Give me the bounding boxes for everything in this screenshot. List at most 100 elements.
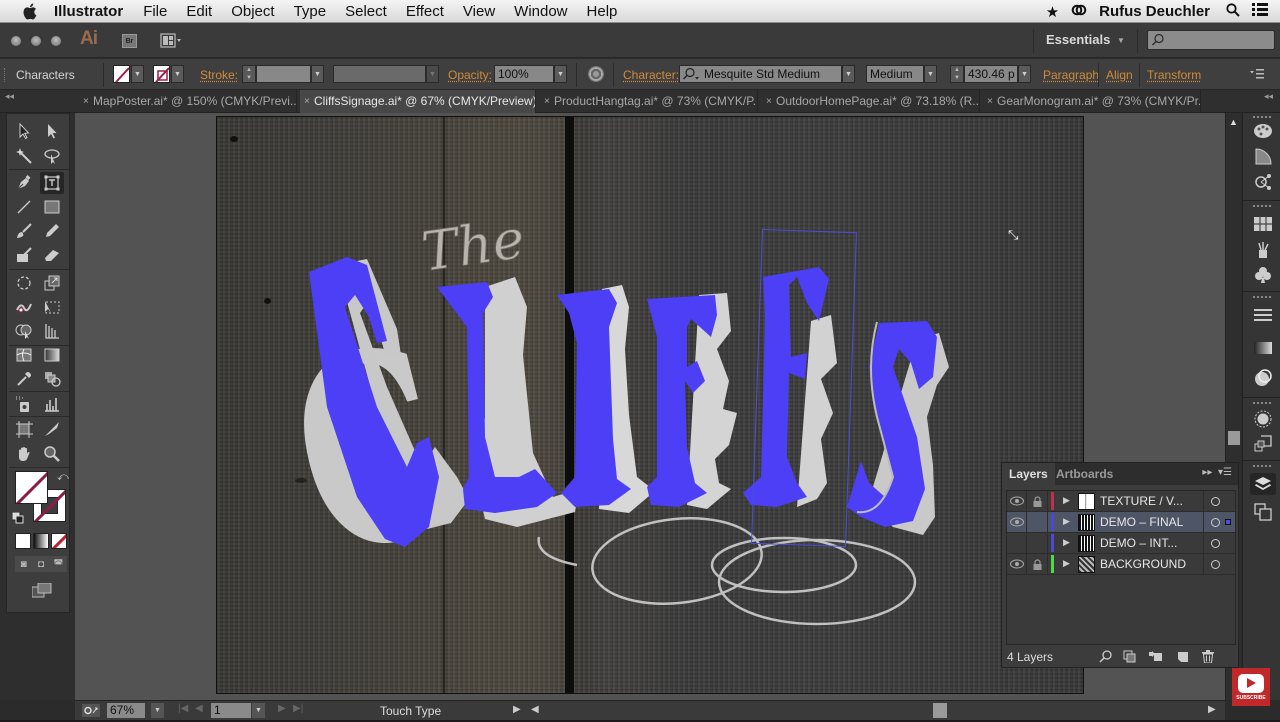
column-graph-tool-icon[interactable] (40, 393, 64, 415)
help-search-input[interactable] (1147, 30, 1275, 50)
shape-builder-tool-icon[interactable] (12, 320, 36, 342)
zoom-level-field[interactable]: 67% (107, 703, 145, 718)
stroke-panel-link[interactable]: Stroke: (200, 68, 238, 82)
fill-swatch[interactable] (15, 471, 48, 504)
expand-triangle-icon[interactable]: ▶ (1063, 516, 1070, 527)
menu-window[interactable]: Window (514, 3, 567, 20)
creative-cloud-libraries-icon[interactable] (1252, 171, 1274, 193)
current-tool-label[interactable]: Touch Type (380, 704, 441, 718)
change-screen-mode-icon[interactable] (31, 582, 52, 598)
close-tab-icon[interactable]: × (544, 90, 550, 113)
lock-icon[interactable] (1028, 554, 1048, 574)
close-window-button[interactable] (11, 36, 21, 46)
close-tab-icon[interactable]: × (766, 90, 772, 113)
lock-icon[interactable] (1028, 491, 1048, 511)
eraser-tool-icon[interactable] (40, 244, 64, 266)
tab-producthangtag[interactable]: × ProductHangtag.ai* @ 73% (CMYK/P... (540, 90, 758, 113)
symbol-sprayer-tool-icon[interactable] (12, 393, 36, 415)
bridge-button[interactable]: Br (122, 34, 137, 48)
visibility-eye-icon[interactable] (1007, 491, 1027, 511)
default-fill-stroke-icon[interactable] (11, 511, 24, 524)
collapse-dock-icon[interactable]: ◂◂ (1264, 91, 1273, 102)
menu-view[interactable]: View (463, 3, 495, 20)
width-tool-icon[interactable] (12, 296, 36, 318)
gradient-tool-icon[interactable] (40, 344, 64, 366)
script-the-text[interactable]: The (417, 207, 529, 284)
scroll-right-arrow[interactable]: ▶ (1208, 704, 1216, 715)
tab-layers[interactable]: Layers (1002, 463, 1055, 485)
appearance-panel-icon[interactable] (1252, 408, 1274, 430)
menu-help[interactable]: Help (587, 3, 618, 20)
stroke-dropdown-button[interactable]: ▼ (171, 65, 184, 83)
cliffs-signage-artwork[interactable]: The C (217, 117, 1084, 694)
recolor-artwork-icon[interactable] (588, 66, 604, 82)
shaper-tool-icon[interactable] (12, 244, 36, 266)
character-panel-link[interactable]: Character: (623, 68, 679, 82)
brushes-panel-icon[interactable] (1252, 239, 1274, 261)
hand-tool-icon[interactable] (12, 443, 36, 465)
expand-triangle-icon[interactable]: ▶ (1063, 537, 1070, 548)
symbols-panel-icon[interactable] (1252, 264, 1274, 286)
apple-icon[interactable] (20, 2, 38, 20)
visibility-toggle[interactable] (1007, 533, 1027, 553)
stroke-panel-icon[interactable] (1252, 304, 1274, 326)
layer-name[interactable]: TEXTURE / V... (1100, 491, 1183, 511)
target-circle-icon[interactable] (1211, 518, 1220, 527)
stroke-color-swatch[interactable] (153, 65, 170, 83)
artboard[interactable]: The C (216, 116, 1084, 694)
artboards-panel-icon[interactable] (1252, 501, 1274, 523)
perspective-grid-tool-icon[interactable] (40, 320, 64, 342)
layer-target[interactable] (1203, 491, 1235, 511)
lock-toggle[interactable] (1028, 512, 1048, 532)
touch-type-tool-icon[interactable] (40, 172, 64, 194)
direct-selection-tool-icon[interactable] (40, 120, 64, 142)
close-tab-icon[interactable]: × (83, 90, 89, 113)
layer-name[interactable]: BACKGROUND (1100, 554, 1186, 574)
gradient-panel-icon[interactable] (1252, 337, 1274, 359)
vertical-scroll-thumb[interactable] (1228, 431, 1240, 445)
tab-mapposter[interactable]: × MapPoster.ai* @ 150% (CMYK/Previ... (79, 90, 297, 113)
tab-cliffssignage[interactable]: × CliffsSignage.ai* @ 67% (CMYK/Preview) (300, 90, 536, 113)
blend-tool-icon[interactable] (40, 368, 64, 390)
first-artboard-button[interactable]: |◀ (178, 703, 188, 714)
layer-name[interactable]: DEMO – INT... (1100, 533, 1177, 553)
spotlight-search-icon[interactable] (1226, 2, 1240, 21)
tab-outdoorhomepage[interactable]: × OutdoorHomePage.ai* @ 73.18% (R... (762, 90, 980, 113)
align-panel-link[interactable]: Align (1106, 68, 1133, 82)
fill-dropdown-button[interactable]: ▼ (131, 65, 144, 83)
draw-inside-icon[interactable]: ◚ (50, 556, 67, 572)
lock-toggle[interactable] (1028, 533, 1048, 553)
layer-target[interactable] (1203, 512, 1235, 532)
scroll-left-arrow[interactable]: ◀ (531, 704, 539, 715)
creative-cloud-icon[interactable] (1071, 3, 1087, 21)
notification-list-icon[interactable] (1252, 3, 1268, 20)
font-family-field[interactable]: Mesquite Std Medium (679, 65, 842, 83)
workspace-switcher[interactable]: Essentials (1046, 32, 1110, 47)
layer-row[interactable]: ▶ DEMO – INT... (1007, 533, 1235, 554)
last-artboard-button[interactable]: ▶| (293, 703, 303, 714)
eyedropper-tool-icon[interactable] (12, 368, 36, 390)
font-style-dropdown[interactable]: ▼ (924, 65, 937, 83)
arrange-documents-button[interactable] (160, 33, 182, 49)
artboard-tool-icon[interactable] (12, 418, 36, 440)
font-style-field[interactable]: Medium (866, 65, 924, 83)
visibility-eye-icon[interactable] (1007, 512, 1027, 532)
menu-app-name[interactable]: Illustrator (54, 3, 123, 20)
panel-menu-icon[interactable]: ▸▸ ▾☰ (1202, 467, 1232, 478)
opacity-field[interactable]: 100% (494, 65, 554, 83)
line-segment-tool-icon[interactable] (12, 196, 36, 218)
next-artboard-button[interactable]: ▶ (278, 703, 286, 714)
layer-target[interactable] (1203, 533, 1235, 553)
magic-wand-tool-icon[interactable] (12, 145, 36, 167)
delete-layer-icon[interactable] (1201, 649, 1215, 663)
user-name[interactable]: Rufus Deuchler (1099, 3, 1210, 20)
draw-behind-icon[interactable]: ◘ (32, 556, 49, 572)
slice-tool-icon[interactable] (40, 418, 64, 440)
fill-color-swatch[interactable] (113, 65, 130, 83)
close-tab-icon[interactable]: × (987, 90, 993, 113)
zoom-tool-icon[interactable] (40, 443, 64, 465)
target-circle-icon[interactable] (1211, 539, 1220, 548)
gradient-mode-button[interactable] (33, 533, 49, 549)
paintbrush-tool-icon[interactable] (12, 220, 36, 242)
variable-width-dropdown[interactable]: ▼ (426, 65, 439, 83)
